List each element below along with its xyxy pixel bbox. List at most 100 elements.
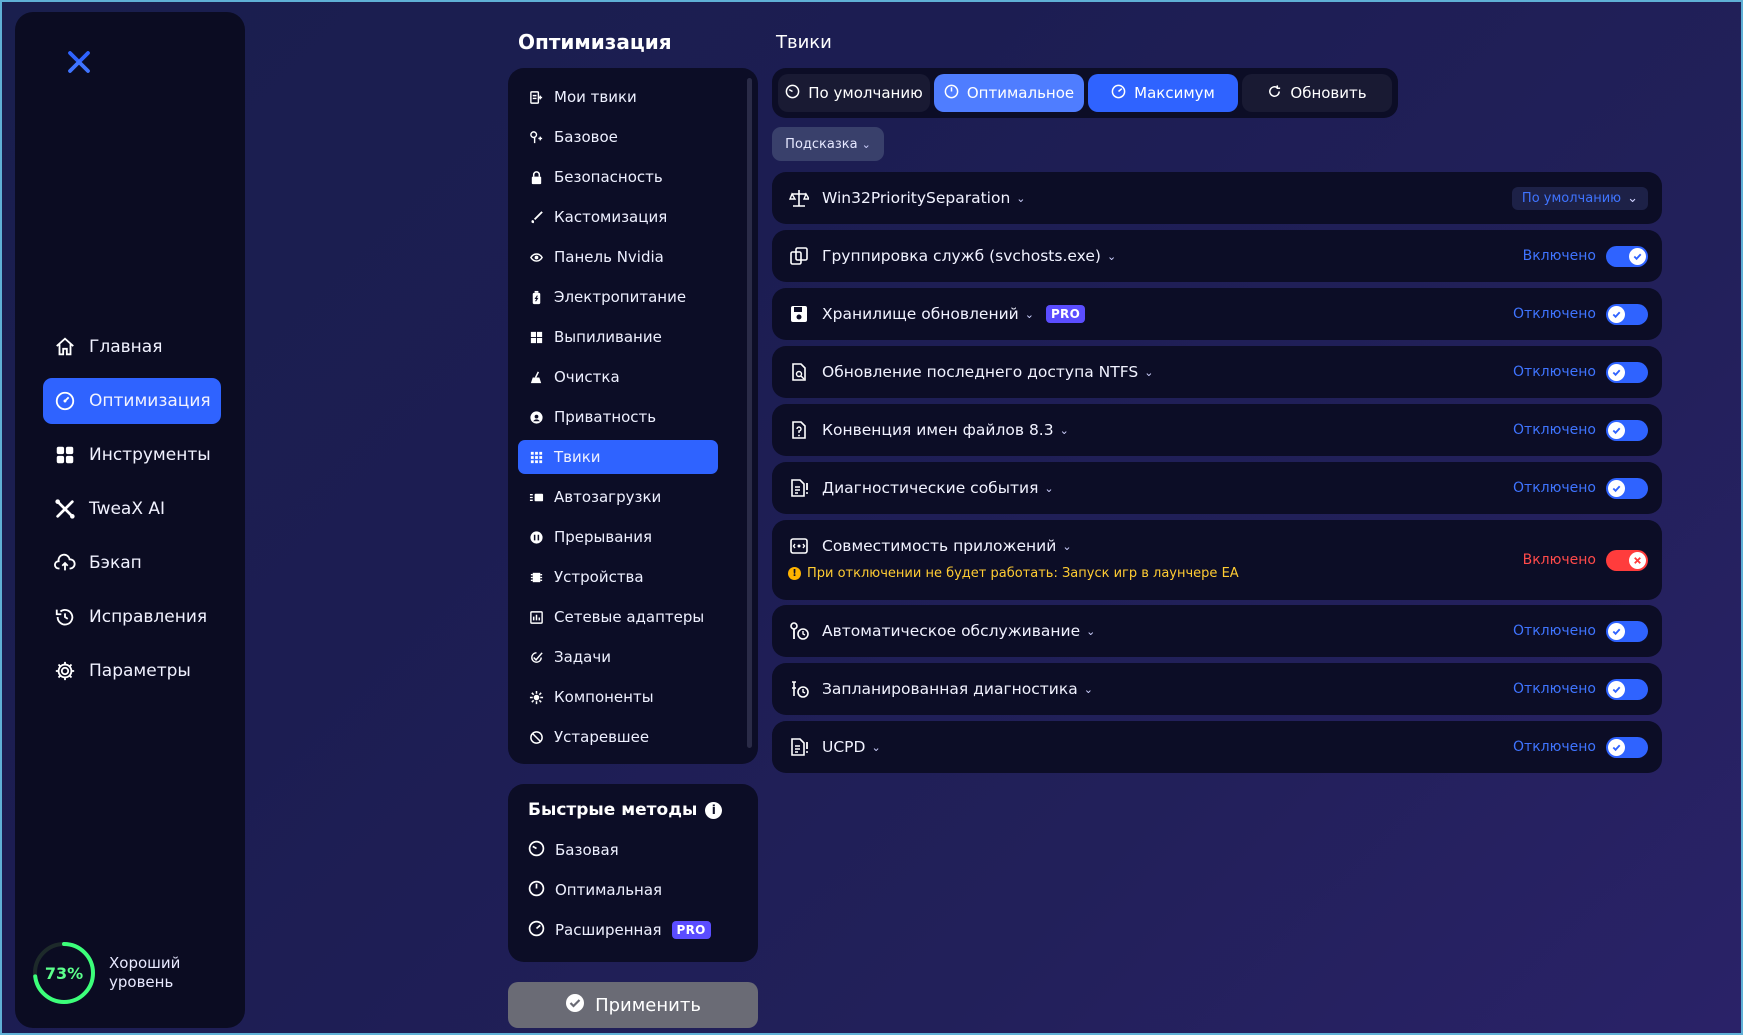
check-icon — [1608, 739, 1625, 756]
sidebar-item-optimization[interactable]: Оптимизация — [43, 378, 221, 424]
menu-item-label: Устаревшее — [554, 728, 650, 746]
preset-default-button[interactable]: По умолчанию — [778, 74, 930, 112]
grid-icon — [53, 443, 77, 467]
menu-item[interactable]: Твики — [518, 440, 718, 474]
check-icon — [1608, 623, 1625, 640]
sidebar-item-fixes[interactable]: Исправления — [43, 594, 221, 640]
info-icon[interactable]: i — [705, 801, 723, 819]
nvidia-icon — [528, 249, 544, 265]
file-search-icon — [788, 361, 810, 383]
menu-item[interactable]: Приватность — [518, 400, 718, 434]
menu-item-label: Электропитание — [554, 288, 687, 306]
check-icon — [1608, 364, 1625, 381]
chevron-down-icon: ⌄ — [1062, 539, 1072, 553]
tweak-row: UCPD ⌄ Отключено — [772, 721, 1662, 773]
sidebar-item-backup[interactable]: Бэкап — [43, 540, 221, 586]
tweak-title[interactable]: UCPD ⌄ — [788, 721, 881, 773]
menu-item[interactable]: Очистка — [518, 360, 718, 394]
tweak-toggle[interactable] — [1606, 621, 1648, 642]
menu-item[interactable]: Сетевые адаптеры — [518, 600, 718, 634]
quick-method-label: Оптимальная — [555, 881, 663, 899]
tweak-toggle[interactable] — [1606, 550, 1648, 571]
menu-item-label: Компоненты — [554, 688, 654, 706]
tweak-toggle[interactable] — [1606, 679, 1648, 700]
menu-item[interactable]: Панель Nvidia — [518, 240, 718, 274]
brush-icon — [528, 209, 544, 225]
tweak-title[interactable]: Диагностические события ⌄ — [788, 462, 1054, 514]
level-ring: 73% — [31, 940, 97, 1006]
preset-optimal-button[interactable]: Оптимальное — [934, 74, 1084, 112]
tweak-toggle[interactable] — [1606, 246, 1648, 267]
check-icon — [1608, 306, 1625, 323]
sidebar-item-tools[interactable]: Инструменты — [43, 432, 221, 478]
tweak-toggle[interactable] — [1606, 737, 1648, 758]
preset-max-button[interactable]: Максимум — [1088, 74, 1238, 112]
tweak-value-select[interactable]: По умолчанию ⌄ — [1511, 187, 1648, 210]
chevron-down-icon: ⌄ — [1144, 365, 1154, 379]
sidebar-item-home[interactable]: Главная — [43, 324, 221, 370]
tweak-toggle[interactable] — [1606, 420, 1648, 441]
tweak-title[interactable]: Win32PrioritySeparation ⌄ — [788, 172, 1026, 224]
warning-icon: ! — [788, 567, 801, 580]
tweak-toggle[interactable] — [1606, 362, 1648, 383]
preset-label: Максимум — [1134, 84, 1215, 102]
tweak-title[interactable]: Совместимость приложений ⌄ — [788, 520, 1072, 572]
menu-item[interactable]: Кастомизация — [518, 200, 718, 234]
menu-item[interactable]: Электропитание — [518, 280, 718, 314]
windows-icon — [528, 329, 544, 345]
hint-label: Подсказка — [785, 136, 858, 152]
privacy-icon — [528, 409, 544, 425]
tweak-status: Отключено — [1513, 480, 1596, 496]
network-icon — [528, 609, 544, 625]
level-label: Хороший уровень — [109, 954, 181, 991]
quick-method-item[interactable]: Базовая — [528, 830, 738, 870]
preset-label: Обновить — [1290, 84, 1367, 102]
tweak-row: Совместимость приложений ⌄ Включено! При от… — [772, 520, 1662, 600]
save-icon — [788, 303, 810, 325]
tweak-title[interactable]: Группировка служб (svchosts.exe) ⌄ — [788, 230, 1116, 282]
menu-item-label: Сетевые адаптеры — [554, 608, 705, 626]
tweak-toggle[interactable] — [1606, 304, 1648, 325]
menu-item-label: Безопасность — [554, 168, 663, 186]
menu-item[interactable]: Задачи — [518, 640, 718, 674]
menu-item[interactable]: Автозагрузки — [518, 480, 718, 514]
app-logo-icon[interactable] — [51, 34, 107, 90]
menu-item[interactable]: Безопасность — [518, 160, 718, 194]
menu-item[interactable]: Компоненты — [518, 680, 718, 714]
file-alert-icon — [788, 736, 810, 758]
level-percent: 73% — [44, 963, 84, 983]
menu-item[interactable]: Выпиливание — [518, 320, 718, 354]
refresh-button[interactable]: Обновить — [1242, 74, 1392, 112]
menu-item[interactable]: Устройства — [518, 560, 718, 594]
tweak-title[interactable]: Запланированная диагностика ⌄ — [788, 663, 1093, 715]
tweak-title[interactable]: Хранилище обновлений ⌄ PRO — [788, 288, 1086, 340]
tweak-title[interactable]: Конвенция имен файлов 8.3 ⌄ — [788, 404, 1069, 456]
menu-item[interactable]: Мои твики — [518, 80, 718, 114]
check-icon — [1608, 480, 1625, 497]
menu-item[interactable]: Устаревшее — [518, 720, 718, 754]
menu-scrollbar[interactable] — [747, 78, 752, 748]
gear-icon — [53, 659, 77, 683]
gauge-high-icon — [528, 920, 545, 941]
tweak-row: Обновление последнего доступа NTFS ⌄ Отклю… — [772, 346, 1662, 398]
menu-item[interactable]: Базовое — [518, 120, 718, 154]
tweak-toggle[interactable] — [1606, 478, 1648, 499]
sidebar-item-ai[interactable]: TweaX AI — [43, 486, 221, 532]
tweak-title[interactable]: Автоматическое обслуживание ⌄ — [788, 605, 1095, 657]
chevron-down-icon: ⌄ — [1044, 481, 1054, 495]
chevron-down-icon: ⌄ — [1083, 682, 1093, 696]
quick-method-item[interactable]: Расширенная PRO — [528, 910, 738, 950]
sidebar-item-settings[interactable]: Параметры — [43, 648, 221, 694]
tweak-label: Совместимость приложений — [822, 537, 1057, 555]
home-icon — [53, 335, 77, 359]
hint-dropdown[interactable]: Подсказка ⌄ — [772, 127, 884, 161]
menu-item[interactable]: Прерывания — [518, 520, 718, 554]
select-value: По умолчанию — [1521, 191, 1622, 206]
quick-method-item[interactable]: Оптимальная — [528, 870, 738, 910]
tweak-row: Запланированная диагностика ⌄ Отключено — [772, 663, 1662, 715]
tweak-title[interactable]: Обновление последнего доступа NTFS ⌄ — [788, 346, 1153, 398]
tweaks-title: Твики — [776, 32, 832, 53]
quick-methods-title-text: Быстрые методы — [528, 800, 698, 820]
apply-button[interactable]: Применить — [508, 982, 758, 1028]
quick-methods-title: Быстрые методы i — [528, 800, 738, 820]
